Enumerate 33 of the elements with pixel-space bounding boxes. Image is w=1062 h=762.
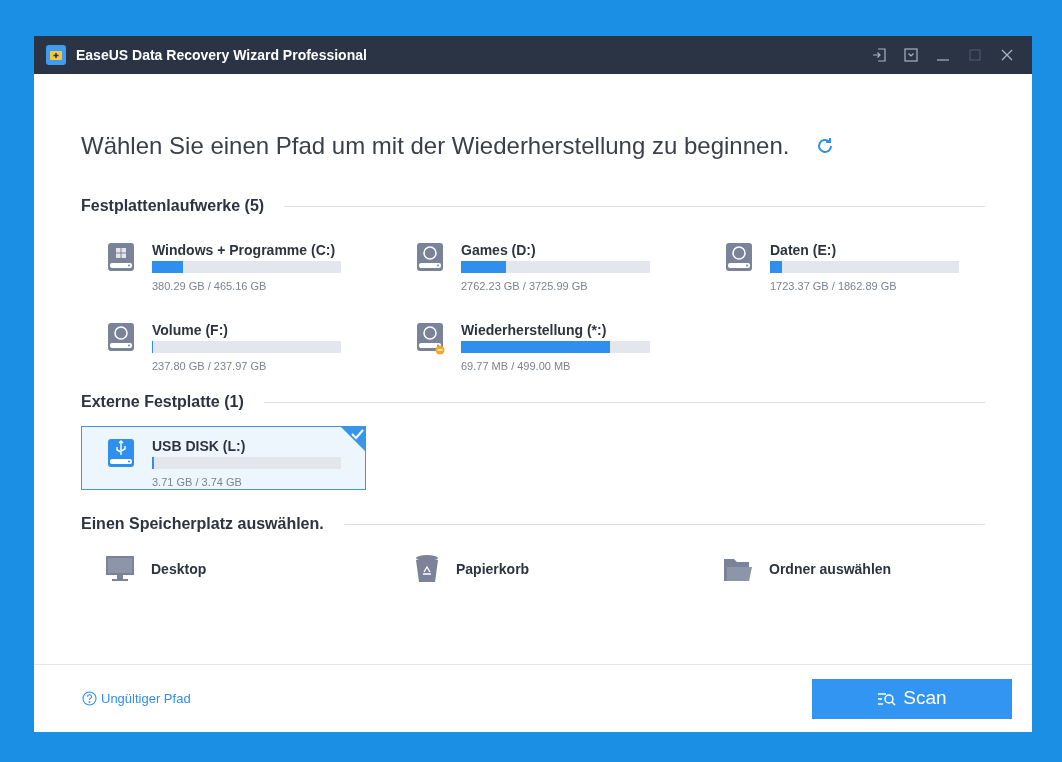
dropdown-menu-icon[interactable]	[904, 48, 918, 62]
drive-size: 3.71 GB / 3.74 GB	[152, 475, 243, 490]
drive-name: Daten (E:)	[770, 241, 838, 259]
maximize-icon	[968, 48, 982, 62]
drive-size: 1723.37 GB / 1862.89 GB	[770, 279, 898, 294]
drive-size: 237.80 GB / 237.97 GB	[152, 359, 268, 374]
drive-card[interactable]: USB DISK (L:) 3.71 GB / 3.74 GB	[81, 426, 366, 490]
drive-name: Windows + Programme (C:)	[152, 241, 337, 259]
section-title: Einen Speicherplatz auswählen.	[81, 514, 324, 534]
help-icon	[82, 691, 97, 706]
window-title: EaseUS Data Recovery Wizard Professional	[76, 45, 368, 65]
drive-name: Volume (F:)	[152, 321, 229, 339]
app-logo-icon	[46, 45, 66, 65]
section-title: Festplattenlaufwerke (5)	[81, 196, 265, 216]
drive-name: Games (D:)	[461, 241, 537, 259]
check-corner-icon	[340, 426, 366, 452]
drive-size: 69.77 MB / 499.00 MB	[461, 359, 572, 374]
page-heading: Wählen Sie einen Pfad um mit der Wiederherstellung zu beginnen.	[81, 131, 790, 161]
section-title: Externe Festplatte (1)	[81, 392, 244, 412]
drive-size: 2762.23 GB / 3725.99 GB	[461, 279, 589, 294]
folder-icon	[723, 556, 753, 582]
location-item[interactable]: Papierkorb	[414, 552, 634, 586]
location-item[interactable]: Ordner auswählen	[723, 552, 943, 586]
hard-drive-icon	[415, 321, 445, 355]
location-item[interactable]: Desktop	[105, 552, 325, 586]
drive-name: USB DISK (L:)	[152, 437, 247, 455]
recycle-bin-icon	[414, 554, 440, 584]
drive-size: 380.29 GB / 465.16 GB	[152, 279, 268, 294]
sign-in-icon[interactable]	[872, 48, 886, 62]
scan-icon	[877, 690, 898, 707]
monitor-icon	[105, 555, 135, 583]
drive-name: Wiederherstellung (*:)	[461, 321, 608, 339]
close-icon[interactable]	[1000, 48, 1014, 62]
